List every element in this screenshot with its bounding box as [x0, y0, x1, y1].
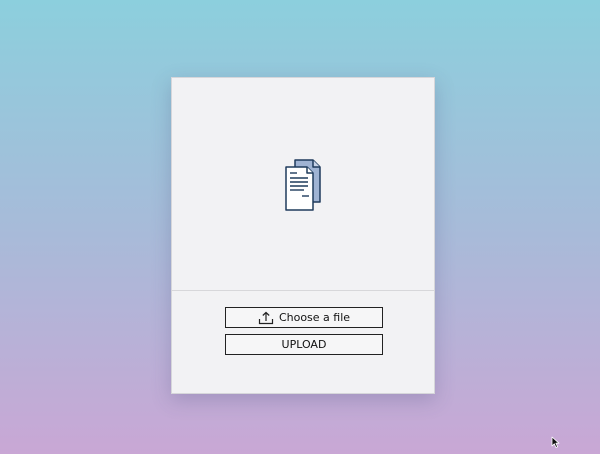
- upload-button-label: UPLOAD: [281, 338, 327, 351]
- choose-file-button[interactable]: Choose a file: [225, 307, 383, 328]
- documents-icon: [285, 159, 321, 211]
- upload-card: Choose a file UPLOAD: [171, 77, 435, 394]
- panel-divider: [172, 290, 434, 291]
- upload-arrow-icon: [258, 311, 274, 324]
- choose-file-label: Choose a file: [278, 311, 351, 324]
- mouse-pointer-icon: [551, 436, 560, 448]
- upload-button[interactable]: UPLOAD: [225, 334, 383, 355]
- file-preview-area: [172, 78, 434, 290]
